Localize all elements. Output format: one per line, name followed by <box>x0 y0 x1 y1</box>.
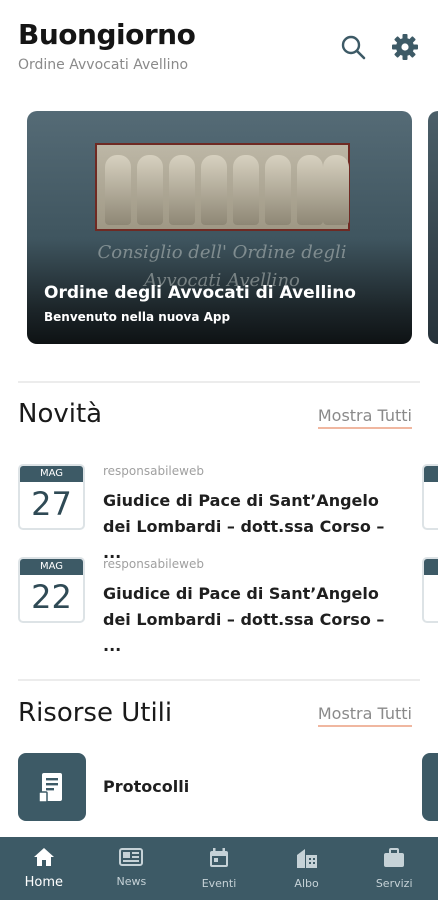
news-item[interactable]: MAG 22 responsabileweb Giudice di Pace d… <box>18 557 438 655</box>
hero-card-next[interactable] <box>428 111 438 344</box>
nav-home-label: Home <box>24 875 63 890</box>
news-show-all-link[interactable]: Mostra Tutti <box>317 406 412 429</box>
nav-news-label: News <box>116 875 147 888</box>
nav-servizi[interactable]: Servizi <box>350 837 438 900</box>
news-section-title: Novità <box>18 399 103 429</box>
hero-image <box>95 143 350 231</box>
news-author: responsabileweb <box>103 557 204 571</box>
gear-icon[interactable] <box>390 32 420 62</box>
date-month: MAG <box>20 559 83 575</box>
news-title: Giudice di Pace di Sant’Angelo dei Lomba… <box>103 584 385 655</box>
nav-albo-label: Albo <box>294 877 319 890</box>
briefcase-icon <box>382 847 406 873</box>
header: Buongiorno Ordine Avvocati Avellino <box>18 18 420 88</box>
hero-title: Ordine degli Avvocati di Avellino <box>44 283 356 303</box>
resource-item-protocolli[interactable]: Protocolli <box>18 753 438 821</box>
nav-eventi-label: Eventi <box>201 877 237 890</box>
resource-item-next[interactable] <box>422 753 438 821</box>
news-item-next[interactable] <box>422 464 438 530</box>
news-item[interactable]: MAG 27 responsabileweb Giudice di Pace d… <box>18 464 438 562</box>
search-icon[interactable] <box>338 32 368 62</box>
resources-show-all-link[interactable]: Mostra Tutti <box>317 704 412 727</box>
divider <box>18 381 420 383</box>
nav-home[interactable]: Home <box>0 837 88 900</box>
hero-card[interactable]: Consiglio dell' Ordine degli Avvocati Av… <box>27 111 412 344</box>
resource-label: Protocolli <box>103 777 190 796</box>
nav-eventi[interactable]: Eventi <box>175 837 263 900</box>
nav-albo[interactable]: Albo <box>263 837 351 900</box>
calendar-icon <box>208 847 230 873</box>
nav-servizi-label: Servizi <box>375 877 413 890</box>
date-badge: MAG 22 <box>18 557 85 623</box>
news-author: responsabileweb <box>103 464 204 478</box>
hero-subtitle: Benvenuto nella nuova App <box>44 310 231 324</box>
resources-section-title: Risorse Utili <box>18 698 173 728</box>
date-day: 22 <box>31 578 72 616</box>
date-month: MAG <box>20 466 83 482</box>
document-icon <box>18 753 86 821</box>
news-title: Giudice di Pace di Sant’Angelo dei Lomba… <box>103 491 385 562</box>
nav-news[interactable]: News <box>88 837 176 900</box>
newspaper-icon <box>119 847 144 871</box>
bottom-navigation: Home News Eventi Albo Servizi <box>0 837 438 900</box>
news-item-next[interactable] <box>422 557 438 623</box>
date-day: 27 <box>31 485 72 523</box>
date-badge: MAG 27 <box>18 464 85 530</box>
home-icon <box>33 847 55 871</box>
divider <box>18 679 420 681</box>
building-icon <box>295 847 319 873</box>
